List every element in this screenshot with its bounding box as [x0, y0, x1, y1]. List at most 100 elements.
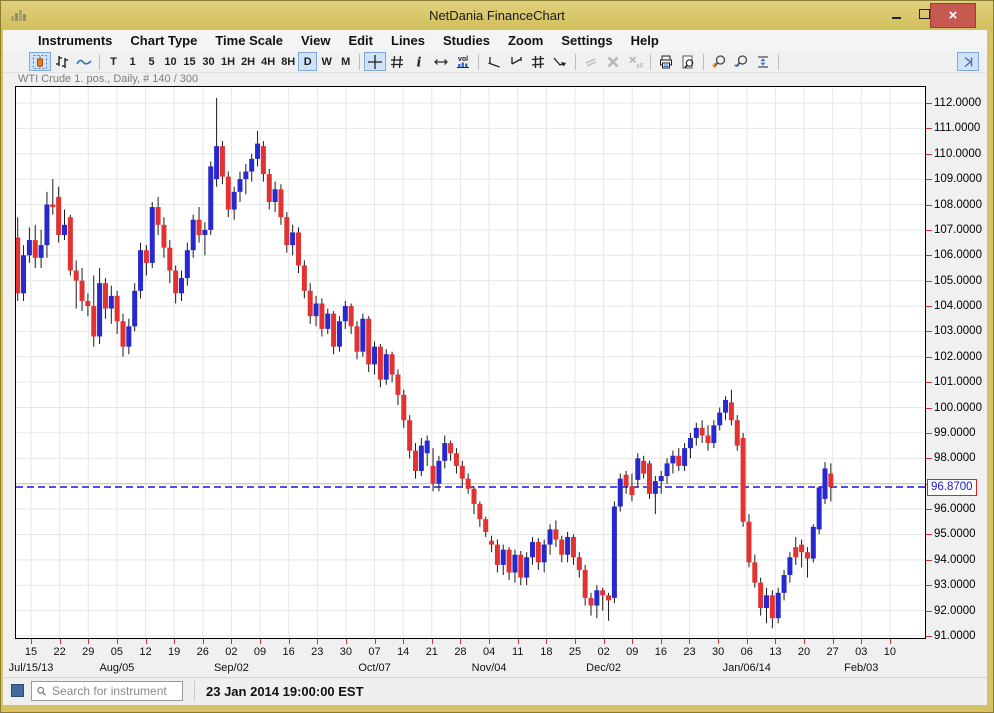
timeframe-daily-button[interactable]: D	[298, 52, 317, 71]
trend-line-button[interactable]	[483, 52, 505, 71]
x-axis-week-label: 30	[332, 646, 360, 658]
timeframe-2h-button[interactable]: 2H	[238, 52, 258, 71]
search-icon	[35, 685, 48, 698]
bar-chart-button[interactable]	[51, 52, 73, 71]
search-box[interactable]	[31, 681, 183, 701]
zoom-out-button[interactable]	[730, 52, 752, 71]
timeframe-4h-button[interactable]: 4H	[258, 52, 278, 71]
x-axis-tick	[60, 639, 61, 644]
x-axis-tick	[890, 639, 891, 644]
x-axis-tick	[689, 639, 690, 644]
menu-time-scale[interactable]: Time Scale	[206, 33, 292, 48]
timeframe-tick-button[interactable]: T	[104, 52, 123, 71]
toolbar-separator	[575, 54, 576, 70]
y-axis-tick	[926, 382, 932, 383]
search-input[interactable]	[50, 683, 182, 699]
x-axis-month-label: Feb/03	[823, 662, 899, 674]
x-axis-month-label: Jul/15/13	[0, 662, 69, 674]
candlestick-chart-button[interactable]	[29, 52, 51, 71]
timeframe-10-button[interactable]: 10	[161, 52, 180, 71]
x-axis-week-label: 09	[246, 646, 274, 658]
delete-line-button[interactable]	[602, 52, 624, 71]
x-axis-month-label: Sep/02	[193, 662, 269, 674]
minimize-icon	[892, 17, 901, 19]
line-chart-button[interactable]	[73, 52, 95, 71]
arrow-line-button[interactable]	[549, 52, 571, 71]
x-axis-week-label: 26	[189, 646, 217, 658]
x-axis-week-label: 29	[74, 646, 102, 658]
menu-help[interactable]: Help	[622, 33, 668, 48]
minimize-button[interactable]	[883, 5, 909, 23]
x-axis-week-label: 10	[876, 646, 904, 658]
x-axis-tick	[460, 639, 461, 644]
x-axis-tick	[518, 639, 519, 644]
menu-settings[interactable]: Settings	[552, 33, 621, 48]
title-bar[interactable]: NetDania FinanceChart ×	[1, 1, 993, 30]
timeframe-5-button[interactable]: 5	[142, 52, 161, 71]
menu-studies[interactable]: Studies	[434, 33, 499, 48]
y-axis-label: 107.0000	[934, 223, 982, 237]
timeframe-1h-button[interactable]: 1H	[218, 52, 238, 71]
x-axis-tick	[375, 639, 376, 644]
y-axis-label: 110.0000	[934, 147, 981, 161]
x-axis-week-label: 05	[103, 646, 131, 658]
y-axis-label: 108.0000	[934, 198, 982, 212]
x-axis-week-label: 06	[733, 646, 761, 658]
x-axis-week-label: 18	[532, 646, 560, 658]
x-axis-tick	[31, 639, 32, 644]
print-button[interactable]	[655, 52, 677, 71]
y-axis-tick	[926, 458, 932, 459]
volume-button[interactable]: vol	[452, 52, 474, 71]
timeframe-15-button[interactable]: 15	[180, 52, 199, 71]
expand-horizontal-button[interactable]	[430, 52, 452, 71]
collapse-panel-button[interactable]	[957, 52, 979, 71]
menu-lines[interactable]: Lines	[382, 33, 434, 48]
fit-vertical-button[interactable]	[752, 52, 774, 71]
x-axis-tick	[775, 639, 776, 644]
x-axis-tick	[575, 639, 576, 644]
price-chart[interactable]	[15, 86, 926, 639]
x-axis-month-label: Dec/02	[566, 662, 642, 674]
delete-all-lines-button[interactable]: all	[624, 52, 646, 71]
x-axis-tick	[489, 639, 490, 644]
timeframe-8h-button[interactable]: 8H	[278, 52, 298, 71]
x-axis-week-label: 09	[618, 646, 646, 658]
y-axis-label: 103.0000	[934, 324, 982, 338]
x-axis-tick	[661, 639, 662, 644]
status-bar: 23 Jan 2014 19:00:00 EST	[3, 677, 987, 705]
timeframe-monthly-button[interactable]: M	[336, 52, 355, 71]
menu-chart-type[interactable]: Chart Type	[121, 33, 206, 48]
x-axis-tick	[231, 639, 232, 644]
parallel-lines-button[interactable]	[580, 52, 602, 71]
x-axis-week-label: 22	[46, 646, 74, 658]
x-axis-tick	[604, 639, 605, 644]
channel-button[interactable]	[527, 52, 549, 71]
timeframe-weekly-button[interactable]: W	[317, 52, 336, 71]
menu-zoom[interactable]: Zoom	[499, 33, 552, 48]
x-axis-week-label: 11	[504, 646, 532, 658]
info-button[interactable]: i	[408, 52, 430, 71]
menu-view[interactable]: View	[292, 33, 339, 48]
y-axis-label: 104.0000	[934, 299, 982, 313]
menu-edit[interactable]: Edit	[339, 33, 382, 48]
crosshair-button[interactable]	[364, 52, 386, 71]
y-axis-tick	[926, 433, 932, 434]
grid-button[interactable]	[386, 52, 408, 71]
x-axis-tick	[203, 639, 204, 644]
svg-text:i: i	[417, 55, 422, 70]
close-button[interactable]: ×	[930, 3, 976, 28]
x-axis-week-label: 15	[17, 646, 45, 658]
zoom-in-button[interactable]	[708, 52, 730, 71]
toolbar: T151015301H2H4H8HDWMivolall	[3, 51, 987, 73]
timeframe-1-button[interactable]: 1	[123, 52, 142, 71]
x-axis-week-label: 13	[761, 646, 789, 658]
menu-bar: InstrumentsChart TypeTime ScaleViewEditL…	[3, 30, 987, 51]
y-axis-label: 112.0000	[934, 96, 981, 110]
menu-instruments[interactable]: Instruments	[29, 33, 121, 48]
y-axis-tick	[926, 179, 932, 180]
x-axis-tick	[260, 639, 261, 644]
trend-ray-button[interactable]	[505, 52, 527, 71]
print-preview-button[interactable]	[677, 52, 699, 71]
timeframe-30-button[interactable]: 30	[199, 52, 218, 71]
x-axis-month-label: Oct/07	[337, 662, 413, 674]
